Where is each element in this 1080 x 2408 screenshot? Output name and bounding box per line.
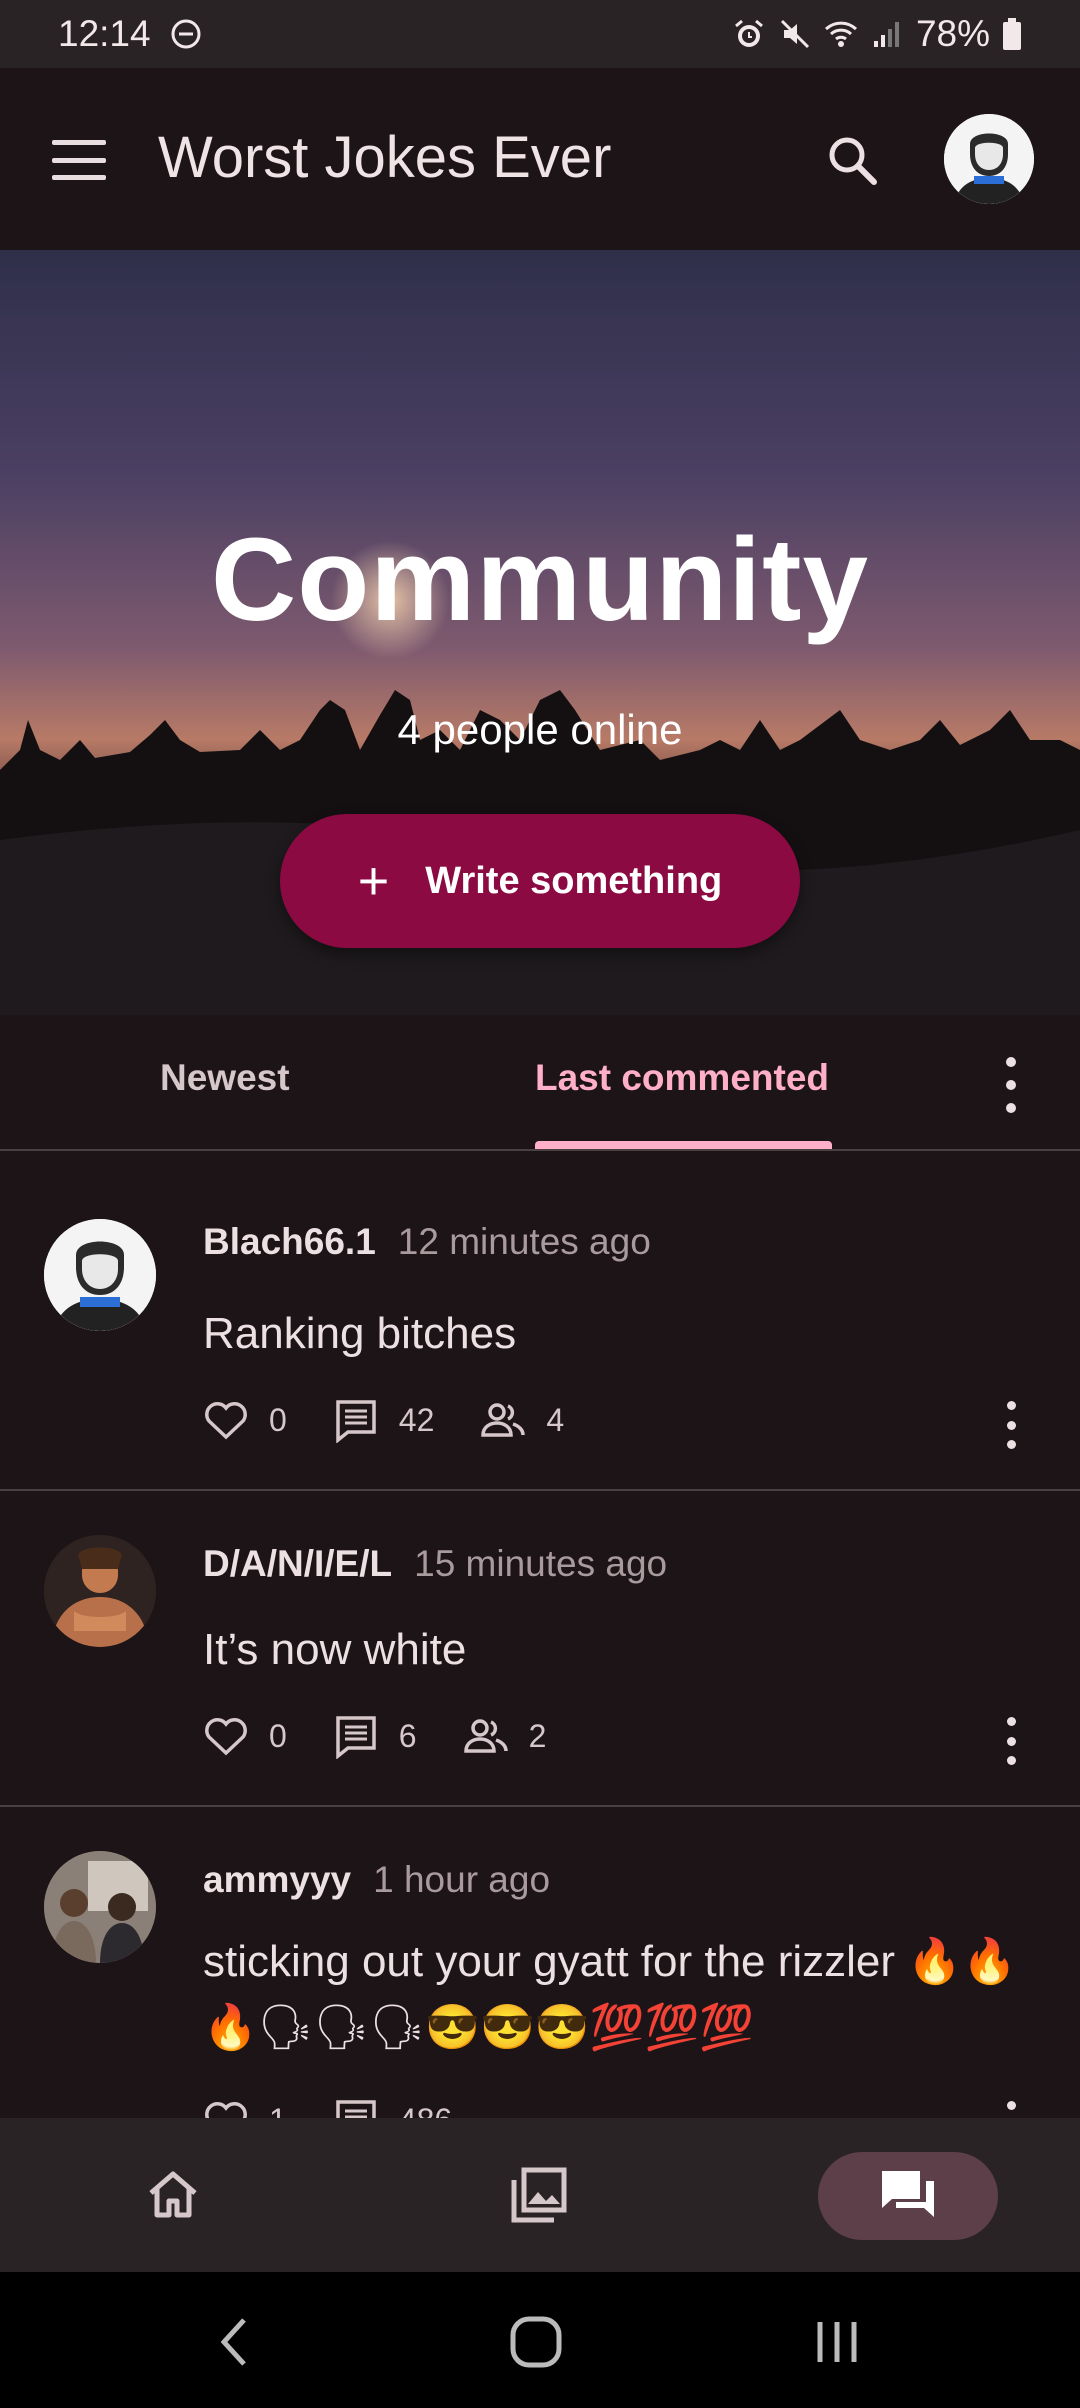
avatar[interactable]: [44, 1535, 156, 1647]
post-feed: Blach66.1 12 minutes ago Ranking bitches …: [0, 1151, 1080, 2118]
post-author[interactable]: ammyyy 1 hour ago: [203, 1859, 550, 1901]
post-more-icon[interactable]: [996, 2101, 1026, 2118]
online-count: 4 people online: [397, 706, 683, 753]
comment-icon: [336, 1400, 376, 1443]
comment-button[interactable]: 486: [333, 2097, 452, 2118]
tab-indicator: [535, 1141, 832, 1149]
battery-percent: 78%: [915, 13, 990, 54]
post-item[interactable]: ammyyy 1 hour ago sticking out your gyatt…: [0, 1807, 1080, 2118]
comment-count: 42: [398, 1401, 435, 1438]
comment-count: 486: [399, 2102, 452, 2119]
post-item[interactable]: Blach66.1 12 minutes ago Ranking bitches …: [0, 1151, 1080, 1491]
people-icon: [481, 1403, 526, 1437]
tab-last-commented[interactable]: Last commented: [535, 1057, 829, 1099]
comment-button[interactable]: 42: [333, 1397, 435, 1443]
app-bar: Worst Jokes Ever: [0, 68, 1080, 250]
menu-icon[interactable]: [52, 140, 106, 180]
participant-count: 4: [546, 1401, 565, 1438]
like-button[interactable]: 0: [203, 1397, 287, 1443]
post-time: 1 hour ago: [373, 1859, 551, 1900]
forum-icon: [882, 2171, 934, 2217]
post-time: 15 minutes ago: [414, 1543, 668, 1584]
community-hero: Community 4 people online + Write someth…: [0, 250, 1080, 1015]
post-more-icon[interactable]: [996, 1401, 1026, 1449]
avatar[interactable]: [44, 1851, 156, 1963]
app-title: Worst Jokes Ever: [158, 125, 612, 190]
like-count: 0: [269, 1717, 287, 1754]
like-count: 1: [269, 2102, 287, 2119]
wifi-icon: [824, 21, 857, 47]
nav-gallery[interactable]: [498, 2154, 580, 2236]
status-time: 12:14: [58, 13, 151, 54]
like-button[interactable]: 1: [203, 2097, 287, 2118]
dnd-icon: [171, 19, 201, 49]
author-name: ammyyy: [203, 1859, 352, 1900]
post-actions: 1 486: [203, 2097, 498, 2118]
post-time: 12 minutes ago: [397, 1221, 651, 1262]
system-navigation: [0, 2272, 1080, 2408]
participant-count: 2: [528, 1717, 547, 1754]
write-something-button[interactable]: + Write something: [280, 814, 800, 948]
bottom-navigation: [0, 2118, 1080, 2272]
post-item[interactable]: D/A/N/I/E/L 15 minutes ago It’s now white…: [0, 1491, 1080, 1807]
mute-icon: [780, 19, 809, 49]
profile-avatar[interactable]: [944, 114, 1034, 204]
like-count: 0: [269, 1401, 287, 1438]
home-icon: [149, 2171, 197, 2218]
post-author[interactable]: D/A/N/I/E/L 15 minutes ago: [203, 1543, 667, 1585]
more-vert-icon[interactable]: [996, 1057, 1026, 1113]
participants: 2: [463, 1713, 547, 1759]
comment-icon: [336, 1716, 376, 1759]
heart-icon: [205, 1402, 247, 1440]
author-name: D/A/N/I/E/L: [203, 1543, 393, 1584]
search-icon[interactable]: [822, 130, 882, 190]
recents-icon[interactable]: [812, 2316, 862, 2368]
heart-icon: [205, 1718, 247, 1756]
plus-icon: +: [357, 851, 390, 911]
tab-newest[interactable]: Newest: [160, 1057, 290, 1099]
comment-count: 6: [398, 1717, 417, 1754]
post-body: Ranking bitches: [203, 1309, 517, 1358]
author-name: Blach66.1: [203, 1221, 376, 1262]
people-icon: [463, 1719, 508, 1753]
participants: 4: [480, 1397, 564, 1443]
comment-icon: [336, 2100, 376, 2118]
avatar[interactable]: [44, 1219, 156, 1331]
post-actions: 0 42 4: [203, 1397, 610, 1443]
post-author[interactable]: Blach66.1 12 minutes ago: [203, 1221, 651, 1263]
post-body: It’s now white: [203, 1625, 467, 1674]
gallery-icon: [511, 2167, 567, 2223]
post-actions: 0 6 2: [203, 1713, 592, 1759]
home-circle-icon[interactable]: [508, 2314, 564, 2370]
post-more-icon[interactable]: [996, 1717, 1026, 1765]
write-something-label: Write something: [425, 859, 723, 902]
hero-title: Community: [211, 514, 869, 646]
alarm-icon: [734, 19, 763, 47]
sort-tabs: Newest Last commented: [0, 1015, 1080, 1151]
back-icon[interactable]: [216, 2316, 252, 2368]
nav-home[interactable]: [132, 2154, 214, 2236]
heart-icon: [205, 2102, 247, 2118]
status-bar: 12:14 78%: [0, 0, 1080, 68]
nav-community[interactable]: [867, 2154, 949, 2236]
post-body: sticking out your gyatt for the rizzler …: [203, 1937, 1017, 2052]
comment-button[interactable]: 6: [333, 1713, 417, 1759]
like-button[interactable]: 0: [203, 1713, 287, 1759]
signal-icon: [873, 22, 899, 47]
battery-icon: [1003, 18, 1021, 50]
